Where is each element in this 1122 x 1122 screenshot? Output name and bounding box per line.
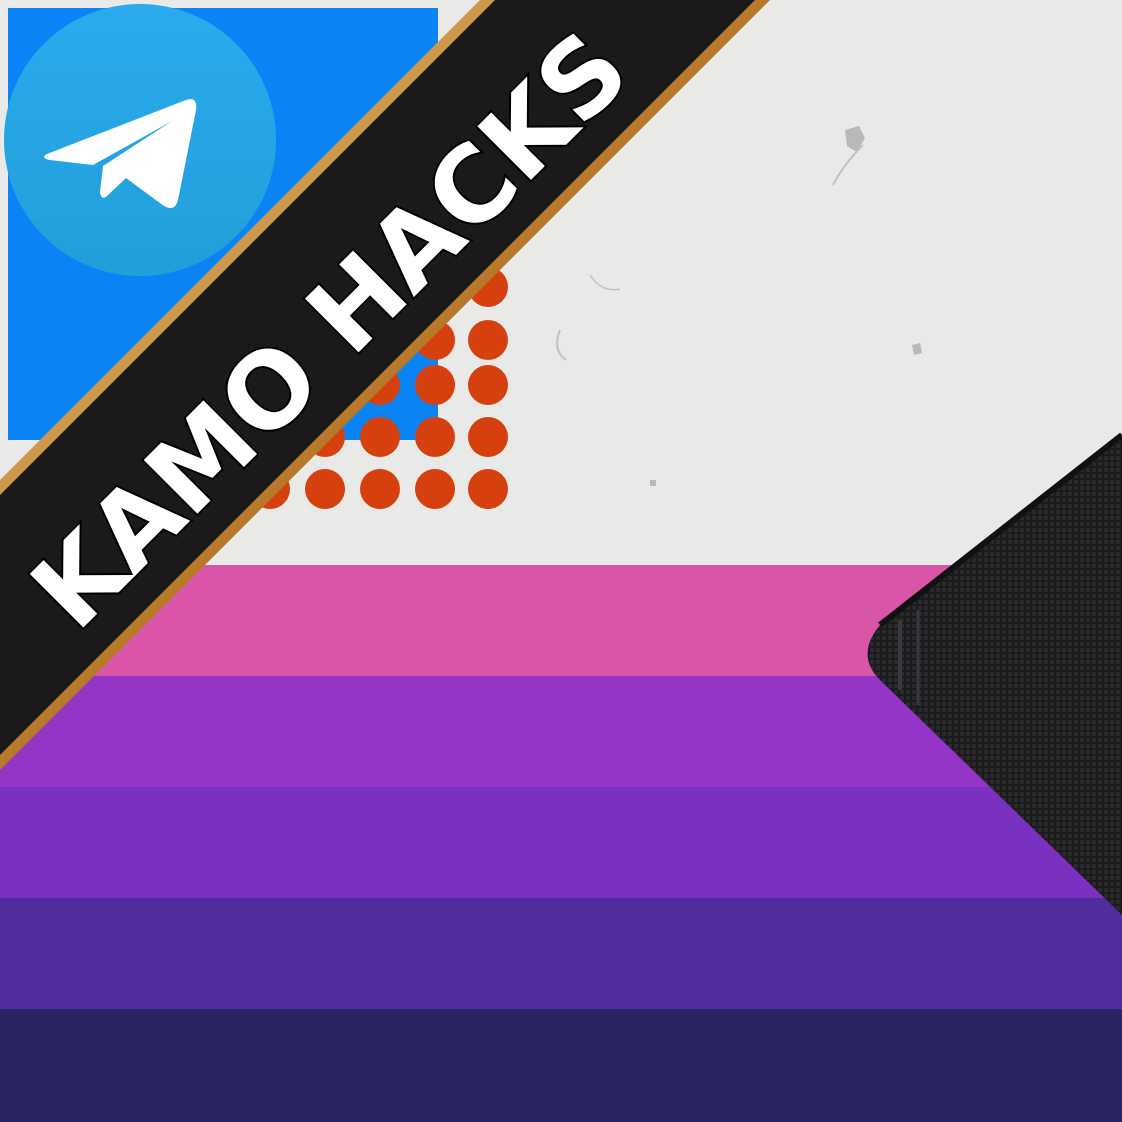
orange-dot xyxy=(360,469,400,509)
orange-dot xyxy=(468,320,508,360)
orange-dot xyxy=(415,417,455,457)
stripe xyxy=(0,787,1122,899)
orange-dot xyxy=(415,469,455,509)
orange-dot xyxy=(468,365,508,405)
orange-dot xyxy=(415,365,455,405)
stripe xyxy=(0,898,1122,1010)
stripe xyxy=(0,1009,1122,1122)
wallpaper-art: KAMO HACKS xyxy=(0,0,1122,1122)
wallpaper-canvas: KAMO HACKS xyxy=(0,0,1122,1122)
telegram-icon[interactable] xyxy=(4,4,276,276)
orange-dot xyxy=(305,469,345,509)
orange-dot xyxy=(360,417,400,457)
orange-dot xyxy=(468,417,508,457)
orange-dot xyxy=(468,469,508,509)
